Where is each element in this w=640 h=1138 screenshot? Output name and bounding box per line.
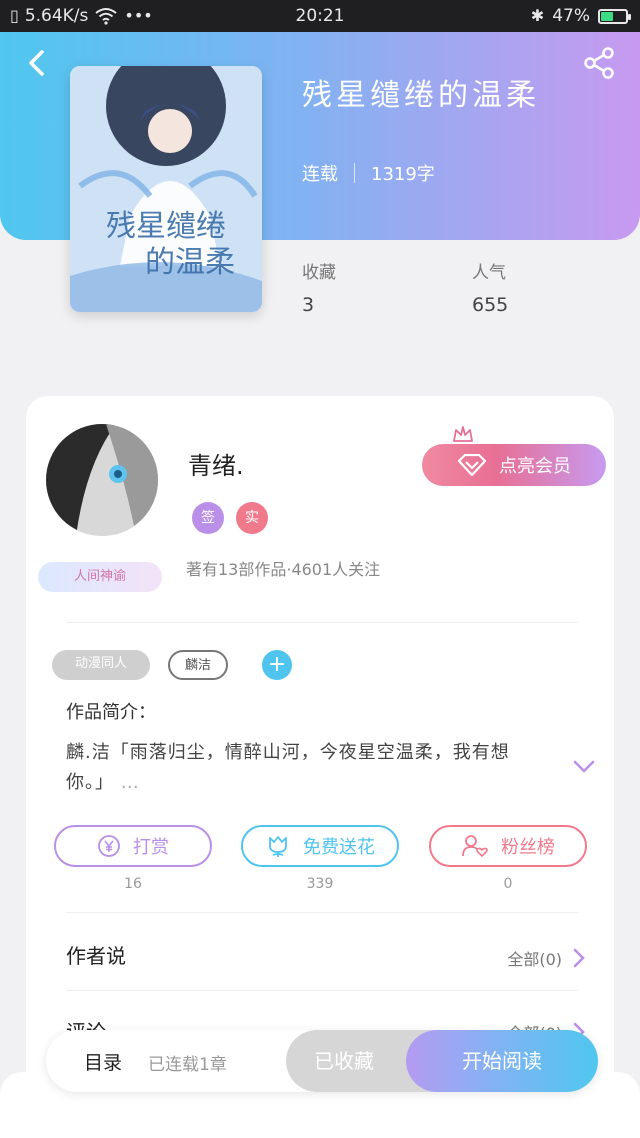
avatar-illustration [46,424,158,536]
chevron-down-icon[interactable] [572,756,596,776]
verified-badge: 实 [236,502,268,534]
reward-label: 打赏 [133,837,169,858]
author-says-all-label: 全部(0) [507,950,562,969]
chevron-right-icon [573,948,585,968]
status-right: ✱ 47% [530,6,631,26]
status-bar: ▯ 5.64K/s ••• 20:21 ✱ 47% [0,0,640,32]
fan-count: 0 [503,876,513,892]
divider [66,622,578,623]
fan-ranking-button[interactable]: 粉丝榜 [429,825,587,867]
reward-count: 16 [124,876,142,892]
battery-percent: 47% [552,6,590,26]
meta-divider [354,163,355,183]
intro-text: 麟.洁「雨落归尘，情醉山河，今夜星空温柔，我有想你。」 … [66,738,556,798]
author-says-all[interactable]: 全部(0) [507,946,586,970]
crown-icon [453,426,473,442]
diamond-icon [457,454,487,476]
author-says-title: 作者说 [66,944,126,968]
popularity-label: 人气 [472,263,506,283]
reward-button[interactable]: 打赏 [54,825,212,867]
intro-ellipsis: … [120,772,140,793]
author-name[interactable]: 青绪. [188,446,244,481]
send-flower-button[interactable]: 免费送花 [241,825,399,867]
book-status: 连载 [302,164,338,185]
favorites-label: 收藏 [302,263,336,283]
start-reading-button[interactable]: 开始阅读 [406,1030,598,1092]
hanging-title-badge: 人间神谕 [38,562,162,592]
signed-badge: 签 [192,502,224,534]
add-tag-button[interactable]: + [262,650,292,680]
battery-fill [601,11,614,21]
book-cover[interactable]: 残星缱绻 的温柔 [70,66,262,312]
cover-illustration: 残星缱绻 的温柔 [70,66,262,312]
book-meta: 连载 1319字 [302,160,435,186]
flower-icon [269,836,287,857]
divider [66,912,578,913]
intro-label: 作品简介： [66,702,156,723]
serial-status: 已连载1章 [148,1055,227,1075]
bluetooth-icon: ✱ [530,6,545,25]
battery-icon [598,8,631,24]
popularity-value: 655 [472,294,509,316]
svg-text:的温柔: 的温柔 [145,245,235,280]
tag-chip[interactable]: 动漫同人 [52,650,150,680]
tag-chip[interactable]: 麟洁 [168,650,228,680]
yen-coin-icon [98,835,120,857]
book-title: 残星缱绻的温柔 [302,78,540,113]
word-count: 1319字 [371,164,435,185]
author-avatar[interactable] [46,424,158,536]
share-icon[interactable] [582,46,616,80]
divider [66,990,578,991]
vip-button[interactable]: 点亮会员 [422,444,606,486]
author-info: 著有13部作品·4601人关注 [186,560,381,579]
fan-heart-icon [462,835,488,858]
catalog-button[interactable]: 目录 [84,1048,122,1075]
vip-button-label: 点亮会员 [499,456,571,477]
favorites-value: 3 [302,294,315,316]
fan-ranking-label: 粉丝榜 [501,837,555,858]
flower-count: 339 [306,876,334,892]
send-flower-label: 免费送花 [303,837,375,858]
back-arrow-icon[interactable] [22,48,52,78]
svg-text:残星缱绻: 残星缱绻 [106,209,226,244]
